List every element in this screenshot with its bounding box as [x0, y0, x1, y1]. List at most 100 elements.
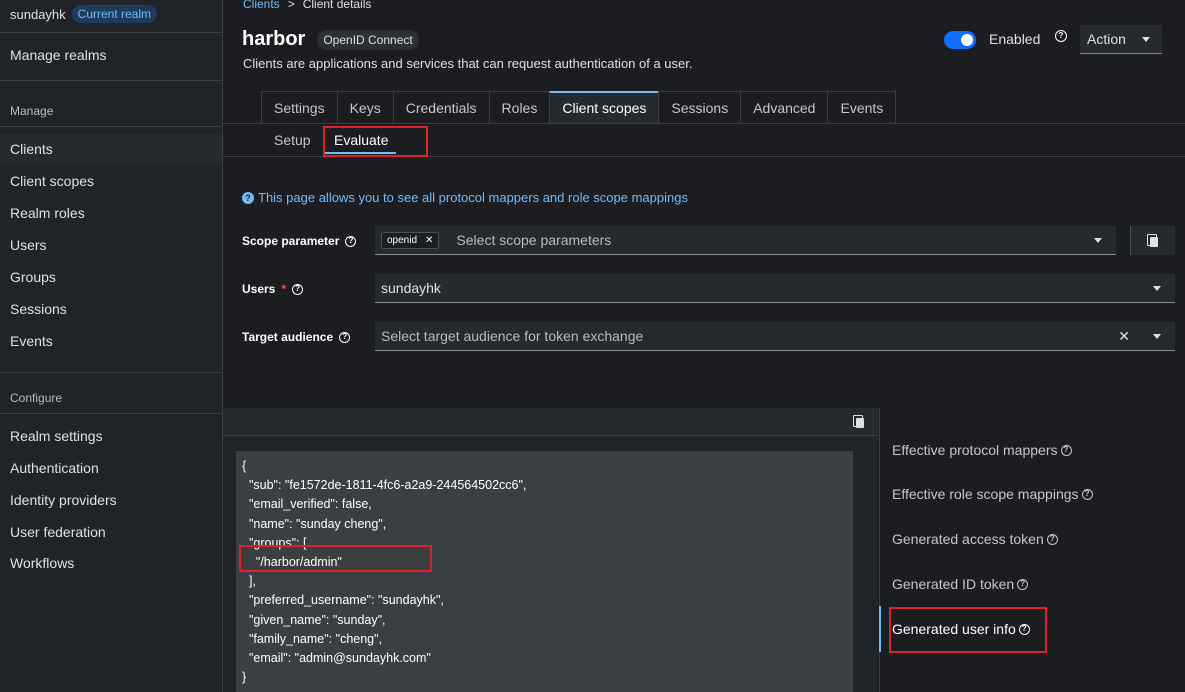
breadcrumb-clients-link[interactable]: Clients: [243, 0, 280, 11]
users-label: Users * ?: [242, 282, 304, 296]
sidebar-item-user-federation[interactable]: User federation: [0, 517, 222, 547]
code-line: "preferred_username": "sundayhk",: [242, 593, 444, 608]
breadcrumb-separator: >: [287, 0, 295, 11]
clear-icon[interactable]: ✕: [1118, 328, 1130, 345]
caret-down-icon: [1141, 36, 1150, 42]
copy-icon[interactable]: [853, 415, 865, 428]
sidebar-item-realm-roles[interactable]: Realm roles: [0, 198, 222, 228]
copy-icon: [1147, 234, 1159, 247]
active-indicator: [879, 606, 881, 652]
help-icon[interactable]: ?: [1046, 533, 1058, 545]
subtab-setup[interactable]: Setup: [274, 132, 311, 148]
code-line: "email_verified": false,: [242, 497, 372, 512]
scope-chip: openid ✕: [381, 231, 440, 249]
realm-name: sundayhk: [10, 6, 66, 22]
sidebar: sundayhk Current realm Manage realms Man…: [0, 0, 223, 692]
close-icon[interactable]: ✕: [425, 235, 433, 246]
code-line: ],: [242, 574, 256, 589]
menu-label: Generated ID token: [892, 576, 1015, 592]
sidebar-divider: [0, 126, 223, 127]
users-value: sundayhk: [381, 280, 441, 296]
scope-chip-label: openid: [387, 234, 418, 246]
code-line: "family_name": "cheng",: [242, 631, 383, 646]
client-tabs: Settings Keys Credentials Roles Client s…: [261, 91, 897, 124]
code-line: {: [242, 459, 247, 473]
sidebar-item-workflows[interactable]: Workflows: [0, 548, 222, 578]
highlight-box: [239, 545, 432, 572]
sidebar-item-authentication[interactable]: Authentication: [0, 453, 222, 483]
menu-effective-protocol-mappers[interactable]: Effective protocol mappers ?: [892, 442, 1072, 458]
sidebar-item-manage-realms[interactable]: Manage realms: [0, 40, 222, 70]
realm-selector[interactable]: sundayhk Current realm: [10, 5, 158, 23]
page-subtitle: Clients are applications and services th…: [243, 56, 693, 71]
scope-parameter-label-text: Scope parameter: [242, 234, 340, 248]
users-label-text: Users: [242, 282, 276, 296]
info-text: This page allows you to see all protocol…: [258, 190, 688, 205]
menu-generated-access-token[interactable]: Generated access token ?: [892, 531, 1058, 547]
evaluate-menu: Effective protocol mappers ? Effective r…: [879, 408, 1185, 692]
sidebar-divider: [0, 80, 223, 81]
sidebar-item-client-scopes[interactable]: Client scopes: [0, 166, 222, 196]
code-line: }: [242, 670, 247, 685]
users-select[interactable]: sundayhk: [375, 274, 1175, 303]
target-audience-select[interactable]: Select target audience for token exchang…: [375, 322, 1175, 351]
sidebar-section-configure: Configure: [10, 391, 63, 405]
main-content: Clients > Client details harbor OpenID C…: [223, 0, 1185, 692]
info-message: ? This page allows you to see all protoc…: [242, 190, 688, 205]
tab-settings[interactable]: Settings: [261, 91, 337, 124]
help-icon[interactable]: ?: [1060, 444, 1072, 456]
sidebar-divider: [0, 372, 223, 373]
sidebar-item-groups[interactable]: Groups: [0, 262, 222, 292]
menu-label: Effective role scope mappings: [892, 486, 1079, 502]
question-circle-icon: ?: [242, 191, 254, 204]
breadcrumb-current: Client details: [302, 0, 372, 11]
action-label: Action: [1087, 31, 1126, 47]
sidebar-divider: [0, 413, 223, 414]
help-icon[interactable]: ?: [345, 235, 357, 247]
scope-parameter-select[interactable]: openid ✕ Select scope parameters: [375, 226, 1116, 255]
help-icon[interactable]: ?: [292, 283, 304, 295]
target-audience-placeholder: Select target audience for token exchang…: [381, 328, 644, 344]
menu-generated-id-token[interactable]: Generated ID token ?: [892, 576, 1029, 592]
tab-sessions[interactable]: Sessions: [658, 91, 741, 124]
code-line: "given_name": "sunday",: [242, 612, 386, 627]
scope-placeholder: Select scope parameters: [456, 232, 612, 248]
enabled-label: Enabled: [989, 31, 1041, 47]
page-title: harbor: [242, 28, 306, 50]
help-icon[interactable]: ?: [1081, 488, 1093, 500]
copy-button[interactable]: [1130, 226, 1175, 255]
page-header: harbor OpenID Connect: [242, 28, 419, 51]
action-dropdown[interactable]: Action: [1080, 25, 1162, 54]
code-toolbar: [223, 408, 878, 436]
help-icon[interactable]: ?: [1055, 30, 1067, 42]
help-icon[interactable]: ?: [1017, 578, 1029, 590]
highlight-box: [889, 607, 1047, 653]
code-line: "sub": "fe1572de-1811-4fc6-a2a9-24456450…: [242, 478, 527, 493]
highlight-box: [323, 126, 428, 157]
target-audience-label: Target audience ?: [242, 330, 351, 344]
tabs-divider: [223, 123, 1185, 124]
caret-down-icon: [1153, 286, 1161, 291]
sidebar-item-identity-providers[interactable]: Identity providers: [0, 485, 222, 515]
menu-label: Generated access token: [892, 531, 1044, 547]
menu-effective-role-scope-mappings[interactable]: Effective role scope mappings ?: [892, 486, 1093, 502]
help-icon[interactable]: ?: [339, 331, 351, 343]
tab-advanced[interactable]: Advanced: [740, 91, 828, 124]
caret-down-icon: [1094, 238, 1102, 243]
tab-client-scopes[interactable]: Client scopes: [549, 91, 659, 124]
sidebar-item-clients[interactable]: Clients: [0, 134, 222, 164]
sidebar-item-sessions[interactable]: Sessions: [0, 294, 222, 324]
sidebar-item-events[interactable]: Events: [0, 326, 222, 356]
breadcrumb: Clients > Client details: [243, 0, 371, 11]
tab-roles[interactable]: Roles: [488, 91, 550, 124]
sidebar-item-users[interactable]: Users: [0, 230, 222, 260]
sidebar-item-realm-settings[interactable]: Realm settings: [0, 421, 222, 451]
caret-down-icon: [1153, 334, 1161, 339]
tab-events[interactable]: Events: [827, 91, 897, 124]
required-marker: *: [281, 282, 287, 296]
sidebar-divider: [0, 32, 223, 33]
enabled-toggle[interactable]: [944, 31, 976, 49]
tab-keys[interactable]: Keys: [336, 91, 393, 124]
current-realm-badge: Current realm: [71, 5, 158, 23]
tab-credentials[interactable]: Credentials: [392, 91, 489, 124]
